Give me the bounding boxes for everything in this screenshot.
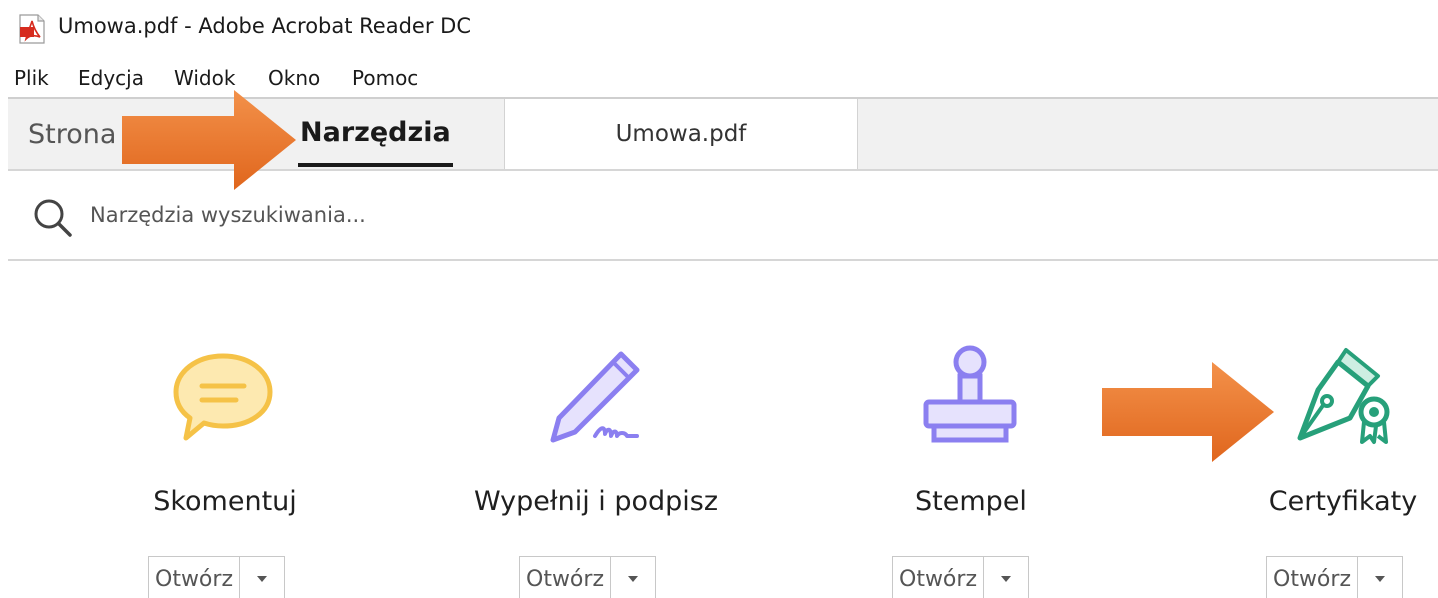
tool-label-wypelnij-i-podpisz: Wypełnij i podpisz: [473, 486, 719, 517]
open-dropdown-certyfikaty[interactable]: [1358, 557, 1402, 598]
acrobat-pdf-icon: [19, 14, 45, 44]
window-title: Umowa.pdf - Adobe Acrobat Reader DC: [58, 14, 471, 38]
open-button-stempel[interactable]: Otwórz: [893, 557, 984, 598]
menu-widok[interactable]: Widok: [174, 66, 235, 90]
tab-home[interactable]: Strona: [28, 119, 116, 150]
open-button-wypelnij[interactable]: Otwórz: [520, 557, 611, 598]
tool-label-skomentuj: Skomentuj: [153, 486, 297, 517]
title-bar: Umowa.pdf - Adobe Acrobat Reader DC: [0, 0, 1438, 58]
chevron-down-icon: [1375, 576, 1385, 582]
pen-sign-icon[interactable]: [545, 348, 649, 448]
stamp-icon[interactable]: [918, 342, 1022, 450]
open-dropdown-wypelnij[interactable]: [611, 557, 655, 598]
open-group-certyfikaty: Otwórz: [1266, 556, 1403, 598]
tab-tools[interactable]: Narzędzia: [300, 117, 451, 148]
tab-document[interactable]: Umowa.pdf: [504, 99, 858, 169]
open-button-certyfikaty[interactable]: Otwórz: [1267, 557, 1358, 598]
open-dropdown-stempel[interactable]: [984, 557, 1028, 598]
tool-label-stempel: Stempel: [915, 486, 1027, 517]
tab-document-label: Umowa.pdf: [615, 121, 747, 147]
tools-search-input[interactable]: [90, 197, 690, 233]
menu-okno[interactable]: Okno: [268, 66, 320, 90]
open-group-stempel: Otwórz: [892, 556, 1029, 598]
chevron-down-icon: [257, 576, 267, 582]
open-group-skomentuj: Otwórz: [148, 556, 285, 598]
menu-pomoc[interactable]: Pomoc: [352, 66, 418, 90]
open-button-skomentuj[interactable]: Otwórz: [149, 557, 240, 598]
open-dropdown-skomentuj[interactable]: [240, 557, 284, 598]
search-icon: [34, 199, 72, 237]
annotation-arrow-icon: [1102, 362, 1274, 462]
certificate-pen-icon[interactable]: [1290, 342, 1402, 446]
menu-plik[interactable]: Plik: [14, 66, 49, 90]
chevron-down-icon: [628, 576, 638, 582]
menu-edycja[interactable]: Edycja: [78, 66, 144, 90]
comment-bubble-icon[interactable]: [168, 350, 278, 446]
chevron-down-icon: [1001, 576, 1011, 582]
tool-label-certyfikaty: Certyfikaty: [1268, 486, 1418, 517]
annotation-arrow-icon: [122, 90, 296, 190]
open-group-wypelnij: Otwórz: [519, 556, 656, 598]
active-tab-indicator: [298, 163, 453, 167]
